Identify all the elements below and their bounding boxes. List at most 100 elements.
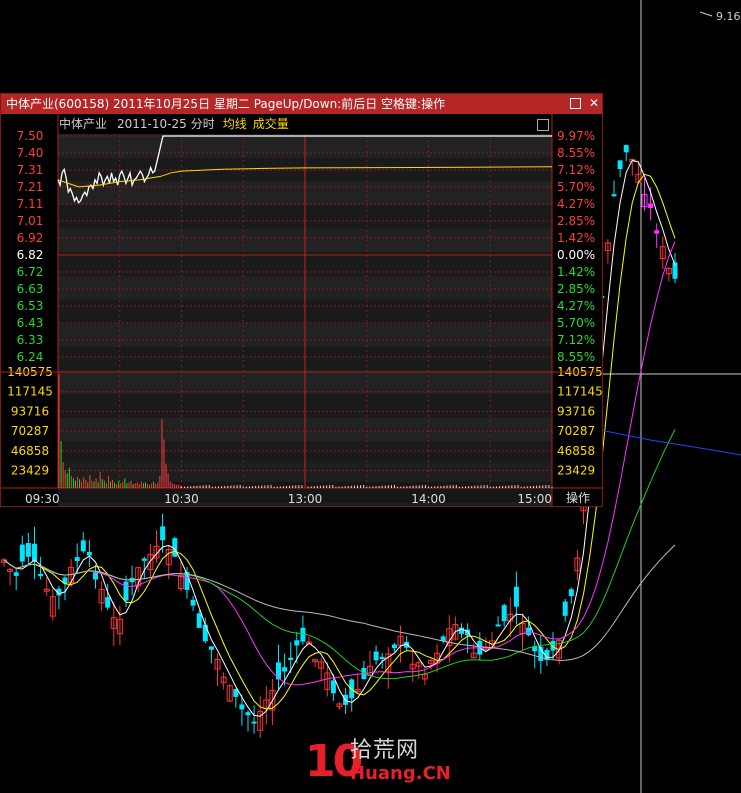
candle-body xyxy=(617,160,623,169)
candle-body xyxy=(13,572,19,576)
price-tick-label: 6.72 xyxy=(17,265,44,279)
candle-body xyxy=(38,573,44,577)
candle-body xyxy=(623,145,629,153)
price-tick-label: 7.31 xyxy=(17,163,44,177)
ma-line-blue xyxy=(599,429,741,456)
panel-toggle-icon[interactable] xyxy=(537,119,549,131)
volume-tick-label: 70287 xyxy=(11,424,49,438)
candle-body xyxy=(208,646,214,650)
price-tick-label: 6.33 xyxy=(17,333,44,347)
maximize-icon xyxy=(570,98,581,109)
candle-body xyxy=(526,627,532,636)
candle-body xyxy=(239,704,245,710)
chart-mode: 分时 xyxy=(190,117,215,131)
candle-body xyxy=(80,540,86,552)
popup-title-bar[interactable]: 中体产业(600158) 2011年10月25日 星期二 PageUp/Down… xyxy=(1,94,602,114)
price-tick-label: 6.63 xyxy=(17,282,44,296)
candle-body xyxy=(391,644,397,649)
candle-body xyxy=(654,230,660,234)
pct-tick-label: 2.85% xyxy=(557,282,595,296)
close-icon: ✕ xyxy=(588,96,600,110)
candle-body xyxy=(562,601,568,616)
pct-tick-label: 5.70% xyxy=(557,180,595,194)
pct-tick-label: 4.27% xyxy=(557,197,595,211)
candle-body xyxy=(288,657,294,661)
price-tick-label: 6.92 xyxy=(17,231,44,245)
volume-tick-label-right: 117145 xyxy=(557,385,602,399)
price-tick-label: 7.40 xyxy=(17,146,44,160)
stock-name: 中体产业 xyxy=(59,117,108,131)
candle-body xyxy=(190,599,196,606)
pct-tick-label: 9.97% xyxy=(557,129,595,143)
candle-body xyxy=(123,581,129,601)
price-tick-label: 7.11 xyxy=(17,197,44,211)
close-button[interactable]: ✕ xyxy=(587,96,601,110)
volume-tick-label: 117145 xyxy=(7,385,53,399)
chart-date: 2011-10-25 xyxy=(117,117,187,131)
maximize-button[interactable] xyxy=(568,96,582,110)
price-tick-label: 7.01 xyxy=(17,214,44,228)
price-tick-label: 6.82 xyxy=(17,248,44,262)
pct-tick-label: 8.55% xyxy=(557,146,595,160)
candle-body xyxy=(19,544,25,562)
candle-body xyxy=(330,680,336,694)
candle-body xyxy=(202,624,208,642)
time-tick-label: 13:00 xyxy=(288,492,323,506)
high-pointer xyxy=(699,11,713,17)
candle-body xyxy=(86,551,92,556)
candle-body xyxy=(141,558,147,561)
volume-tick-label: 93716 xyxy=(11,404,49,418)
chart-info-bar: 中体产业 2011-10-25 分时 均线 成交量 xyxy=(59,115,289,133)
volume-label[interactable]: 成交量 xyxy=(253,117,289,131)
candle-body xyxy=(32,543,37,562)
volume-tick-label: 23429 xyxy=(11,464,49,478)
candle-body xyxy=(93,572,98,580)
popup-title: 中体产业(600158) 2011年10月25日 星期二 PageUp/Down… xyxy=(6,97,446,111)
intraday-chart: 7.50 9.97% 7.40 8.55% 7.31 7.12% 7.21 5.70% 7.11… xyxy=(1,114,602,506)
candle-body xyxy=(245,712,251,716)
candle-body xyxy=(550,640,556,651)
candle-body xyxy=(611,194,617,197)
pct-tick-label: 4.27% xyxy=(557,299,595,313)
candle-body xyxy=(672,262,678,279)
logo-en-text: Huang.CN xyxy=(350,763,451,784)
candle-body xyxy=(74,557,80,562)
pct-tick-label: 5.70% xyxy=(557,316,595,330)
watermark-logo: 10 拾荒网 Huang.CN xyxy=(305,737,451,789)
candle-body xyxy=(25,543,31,557)
candle-body xyxy=(373,651,379,661)
candle-body xyxy=(501,605,507,622)
candle-body xyxy=(282,667,288,672)
pct-tick-label: 8.55% xyxy=(557,350,595,364)
price-tick-label: 7.50 xyxy=(17,129,44,143)
price-tick-label: 6.24 xyxy=(17,350,44,364)
volume-tick-label-right: 70287 xyxy=(557,424,595,438)
pct-tick-label: 7.12% xyxy=(557,333,595,347)
pct-tick-label: 7.12% xyxy=(557,163,595,177)
time-tick-label: 15:00 xyxy=(517,492,552,506)
candle-body xyxy=(648,203,654,209)
pct-tick-label: 0.00% xyxy=(557,248,595,262)
pct-tick-label: 1.42% xyxy=(557,231,595,245)
intraday-popup[interactable]: 7.50 9.97% 7.40 8.55% 7.31 7.12% 7.21 5.70% 7.11… xyxy=(0,93,603,507)
candle-body xyxy=(105,597,111,608)
candle-body xyxy=(379,657,385,660)
candle-body xyxy=(513,586,519,607)
candle-body xyxy=(196,613,202,628)
pct-tick-label: 1.42% xyxy=(557,265,595,279)
high-price-label: 9.16 xyxy=(716,10,741,23)
avg-line-label[interactable]: 均线 xyxy=(223,117,247,131)
candle-body xyxy=(495,624,501,627)
candle-body xyxy=(568,589,574,597)
volume-tick-label-right: 46858 xyxy=(557,444,595,458)
price-tick-label: 6.53 xyxy=(17,299,44,313)
price-tick-label: 6.43 xyxy=(17,316,44,330)
candle-body xyxy=(251,721,257,724)
time-tick-label: 10:30 xyxy=(164,492,199,506)
volume-tick-label-right: 23429 xyxy=(557,464,595,478)
price-tick-label: 7.21 xyxy=(17,180,44,194)
pct-tick-label: 2.85% xyxy=(557,214,595,228)
time-tick-label: 09:30 xyxy=(25,492,60,506)
volume-tick-label-right: 93716 xyxy=(557,404,595,418)
operate-button[interactable]: 操作 xyxy=(557,490,599,506)
